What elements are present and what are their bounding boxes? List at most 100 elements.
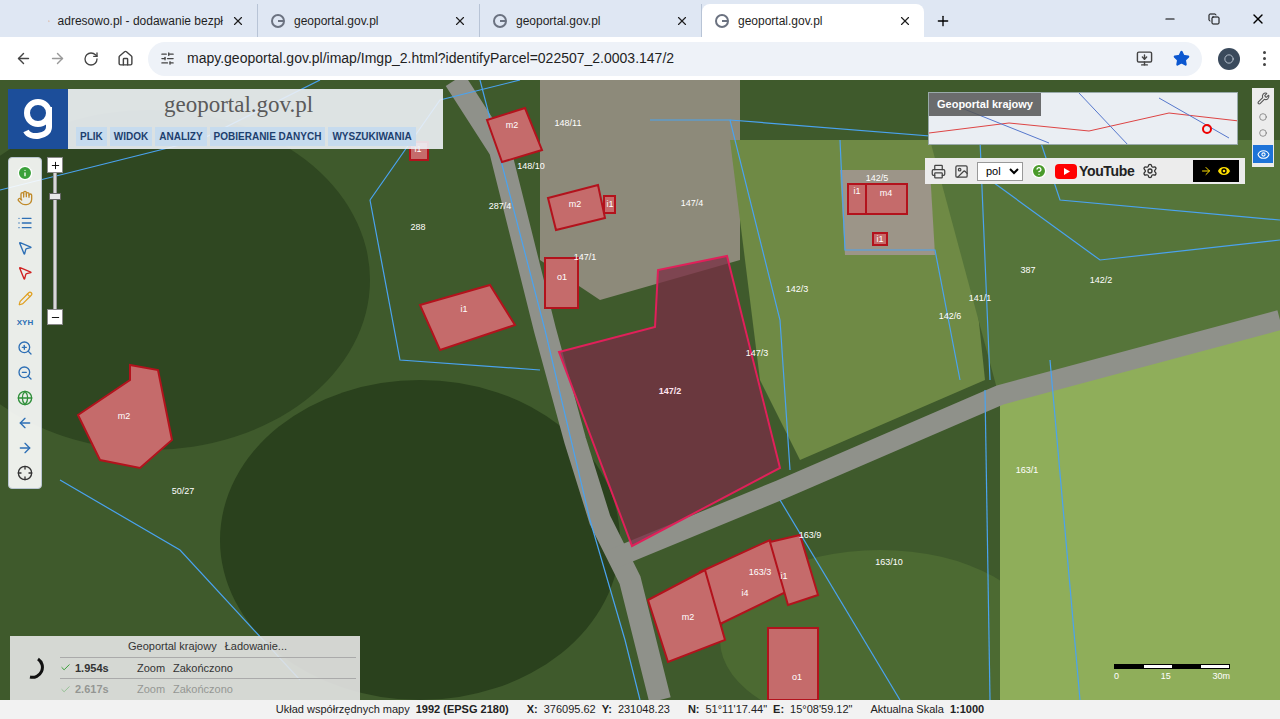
side-buttons (1252, 88, 1274, 167)
menu-item[interactable]: WYSZUKIWANIA (328, 127, 415, 146)
n-value: 51°11'17.44" (705, 701, 767, 718)
building-label: o1 (792, 671, 802, 685)
hand-icon (17, 190, 33, 206)
bookmark-star-icon[interactable] (1173, 50, 1190, 67)
parcel-label[interactable]: 50/27 (172, 485, 195, 499)
menu-item[interactable]: POBIERANIE DANYCH (210, 127, 326, 146)
dot-icon[interactable] (1259, 129, 1267, 137)
close-tab-icon[interactable] (898, 14, 912, 28)
settings-icon[interactable] (1257, 92, 1270, 105)
measure-tool[interactable] (13, 462, 37, 484)
check-icon (60, 662, 71, 673)
parcel-label[interactable]: 163/1 (1016, 464, 1039, 478)
browser-tab[interactable]: geoportal.gov.pl (480, 4, 702, 37)
browser-tab[interactable]: geoportal.gov.pl (258, 4, 480, 37)
x-value: 376095.62 (544, 701, 596, 718)
overview-title: Geoportal krajowy (929, 93, 1041, 116)
wms-icon[interactable] (954, 164, 969, 179)
restore-button[interactable] (1192, 0, 1236, 37)
back-button[interactable] (8, 44, 38, 74)
map-view[interactable]: 148/11 148/10 287/4 288 147/4 147/1 147/2 147/3… (0, 80, 1280, 700)
parcel-label[interactable]: 147/1 (574, 251, 597, 265)
tab-title: adresowo.pl - dodawanie bezpł (58, 12, 223, 30)
print-icon[interactable] (931, 164, 946, 179)
tab-strip: adresowo.pl - dodawanie bezpł geoportal.g… (0, 0, 1280, 37)
scale-tick: 30m (1212, 670, 1230, 684)
parcel-label[interactable]: 147/4 (681, 197, 704, 211)
home-icon (117, 50, 134, 67)
parcel-label[interactable]: 142/3 (786, 283, 809, 297)
zoom-track[interactable] (53, 173, 57, 309)
browser-tab[interactable]: geoportal.gov.pl (702, 4, 924, 37)
browser-window: adresowo.pl - dodawanie bezpł geoportal.g… (0, 0, 1280, 719)
menu-item[interactable]: PLIK (76, 127, 107, 146)
menu-item[interactable]: WIDOK (110, 127, 152, 146)
zoom-minus-button[interactable] (47, 309, 63, 325)
url-text: mapy.geoportal.gov.pl/imap/Imgp_2.html?i… (187, 48, 1124, 69)
close-tab-icon[interactable] (675, 14, 689, 28)
forward-button[interactable] (42, 44, 72, 74)
parcel-label[interactable]: 288 (410, 221, 425, 235)
home-button[interactable] (110, 44, 140, 74)
minimize-button[interactable] (1148, 0, 1192, 37)
plus-icon (50, 160, 61, 171)
help-icon[interactable] (1031, 163, 1047, 179)
full-extent-tool[interactable] (13, 387, 37, 409)
parcel-label[interactable]: 163/3 (749, 566, 772, 580)
zoom-thumb[interactable] (49, 193, 61, 200)
building-label: m2 (118, 410, 131, 424)
zoom-out-tool[interactable] (13, 362, 37, 384)
parcel-label[interactable]: 147/3 (746, 347, 769, 361)
geoportal-logo[interactable] (8, 89, 68, 149)
view-toggle[interactable] (1253, 145, 1273, 163)
draw-tool[interactable] (13, 287, 37, 309)
select-tool[interactable] (13, 237, 37, 259)
browser-tab[interactable]: adresowo.pl - dodawanie bezpł (36, 4, 258, 37)
legend-tool[interactable] (13, 212, 37, 234)
youtube-link[interactable]: YouTube (1055, 161, 1134, 182)
n-label: N: (688, 701, 700, 718)
deselect-tool[interactable] (13, 262, 37, 284)
parcel-label[interactable]: 142/6 (939, 310, 962, 324)
reload-button[interactable] (76, 44, 106, 74)
parcel-label[interactable]: 141/1 (969, 292, 992, 306)
parcel-label[interactable]: 147/2 (659, 385, 682, 399)
close-tab-icon[interactable] (231, 14, 245, 28)
parcel-label[interactable]: 142/2 (1090, 274, 1113, 288)
install-icon[interactable] (1136, 50, 1153, 67)
close-tab-icon[interactable] (453, 14, 467, 28)
info-tool[interactable] (13, 162, 37, 184)
pan-tool[interactable] (13, 187, 37, 209)
close-window-button[interactable] (1236, 0, 1280, 37)
parcel-label[interactable]: 387 (1020, 264, 1035, 278)
profile-avatar[interactable] (1218, 48, 1240, 70)
dot-icon[interactable] (1259, 113, 1267, 121)
status-bar: Układ współrzędnych mapy1992 (EPSG 2180)… (0, 700, 1280, 719)
zoom-plus-button[interactable] (47, 157, 63, 173)
parcel-label[interactable]: 163/10 (875, 556, 903, 570)
back-icon (15, 50, 32, 67)
previous-view-tool[interactable] (13, 412, 37, 434)
coordinates-tool[interactable]: XYH (13, 312, 37, 334)
parcel-label[interactable]: 163/9 (799, 529, 822, 543)
globe-icon (17, 390, 33, 406)
omnibox[interactable]: mapy.geoportal.gov.pl/imap/Imgp_2.html?i… (148, 42, 1202, 76)
parcel-label[interactable]: 142/5 (866, 172, 889, 186)
new-tab-button[interactable] (928, 4, 958, 37)
parcel-label[interactable]: 148/11 (555, 117, 582, 131)
window-controls (1148, 0, 1280, 37)
zoom-in-tool[interactable] (13, 337, 37, 359)
menu-button[interactable] (1256, 49, 1272, 69)
language-select[interactable]: pol (977, 162, 1023, 181)
parcel-label[interactable]: 148/10 (517, 160, 545, 174)
scale-bar: 01530m (1114, 664, 1230, 684)
contrast-button[interactable] (1193, 160, 1239, 182)
accessibility-icon[interactable] (1142, 163, 1158, 179)
parcel-label[interactable]: 287/4 (489, 200, 512, 214)
next-view-tool[interactable] (13, 437, 37, 459)
overview-map[interactable]: Geoportal krajowy (928, 92, 1238, 145)
app-title: geoportal.gov.pl (76, 92, 443, 118)
reload-icon (83, 51, 99, 67)
site-info-icon[interactable] (160, 51, 175, 66)
menu-item[interactable]: ANALIZY (155, 127, 206, 146)
